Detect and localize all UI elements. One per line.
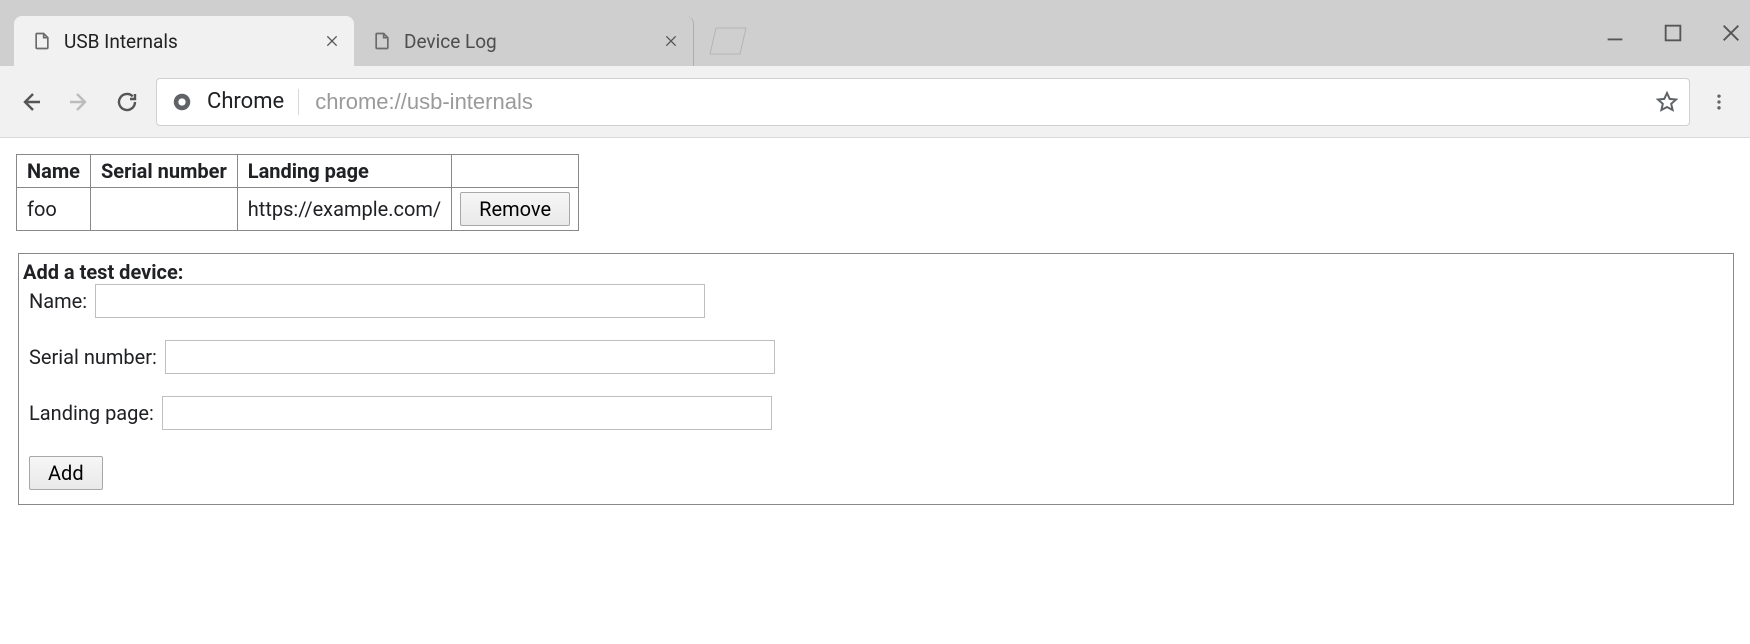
page-content: Name Serial number Landing page foo http…: [0, 138, 1750, 521]
close-tab-icon[interactable]: [663, 33, 679, 49]
serial-input[interactable]: [165, 340, 775, 374]
tab-strip: USB Internals Device Log: [0, 0, 1750, 66]
row-serial: Serial number:: [29, 340, 1723, 374]
tab-usb-internals[interactable]: USB Internals: [14, 16, 354, 66]
minimize-icon[interactable]: [1604, 22, 1626, 44]
table-row: foo https://example.com/ Remove: [17, 188, 579, 231]
cell-actions: Remove: [452, 188, 579, 231]
row-landing: Landing page:: [29, 396, 1723, 430]
url-input[interactable]: [313, 88, 1641, 116]
tab-device-log[interactable]: Device Log: [354, 16, 694, 66]
add-device-form: Add a test device: Name: Serial number: …: [18, 253, 1734, 505]
col-serial: Serial number: [90, 155, 237, 188]
name-input[interactable]: [95, 284, 705, 318]
window-controls: [1604, 0, 1742, 66]
separator: [298, 89, 299, 115]
page-icon: [372, 31, 392, 51]
browser-menu-button[interactable]: [1700, 83, 1738, 121]
serial-label: Serial number:: [29, 345, 157, 369]
landing-input[interactable]: [162, 396, 772, 430]
col-landing: Landing page: [237, 155, 451, 188]
cell-name: foo: [17, 188, 91, 231]
bookmark-star-icon[interactable]: [1655, 90, 1679, 114]
form-legend: Add a test device:: [23, 260, 1717, 284]
maximize-icon[interactable]: [1662, 22, 1684, 44]
cell-landing: https://example.com/: [237, 188, 451, 231]
tab-title: Device Log: [404, 30, 651, 53]
chrome-icon: [171, 91, 193, 113]
browser-toolbar: Chrome: [0, 66, 1750, 138]
col-actions: [452, 155, 579, 188]
close-window-icon[interactable]: [1720, 22, 1742, 44]
tab-title: USB Internals: [64, 30, 312, 53]
origin-chip: Chrome: [207, 89, 284, 114]
table-header-row: Name Serial number Landing page: [17, 155, 579, 188]
row-add: Add: [29, 456, 1723, 490]
reload-button[interactable]: [108, 83, 146, 121]
devices-table: Name Serial number Landing page foo http…: [16, 154, 579, 231]
row-name: Name:: [29, 284, 1723, 318]
name-label: Name:: [29, 289, 87, 313]
cell-serial: [90, 188, 237, 231]
close-tab-icon[interactable]: [324, 33, 340, 49]
landing-label: Landing page:: [29, 401, 154, 425]
col-name: Name: [17, 155, 91, 188]
page-icon: [32, 31, 52, 51]
add-button[interactable]: Add: [29, 456, 103, 490]
address-bar[interactable]: Chrome: [156, 78, 1690, 126]
back-button[interactable]: [12, 83, 50, 121]
forward-button[interactable]: [60, 83, 98, 121]
new-tab-button[interactable]: [706, 24, 748, 56]
remove-button[interactable]: Remove: [460, 192, 570, 226]
